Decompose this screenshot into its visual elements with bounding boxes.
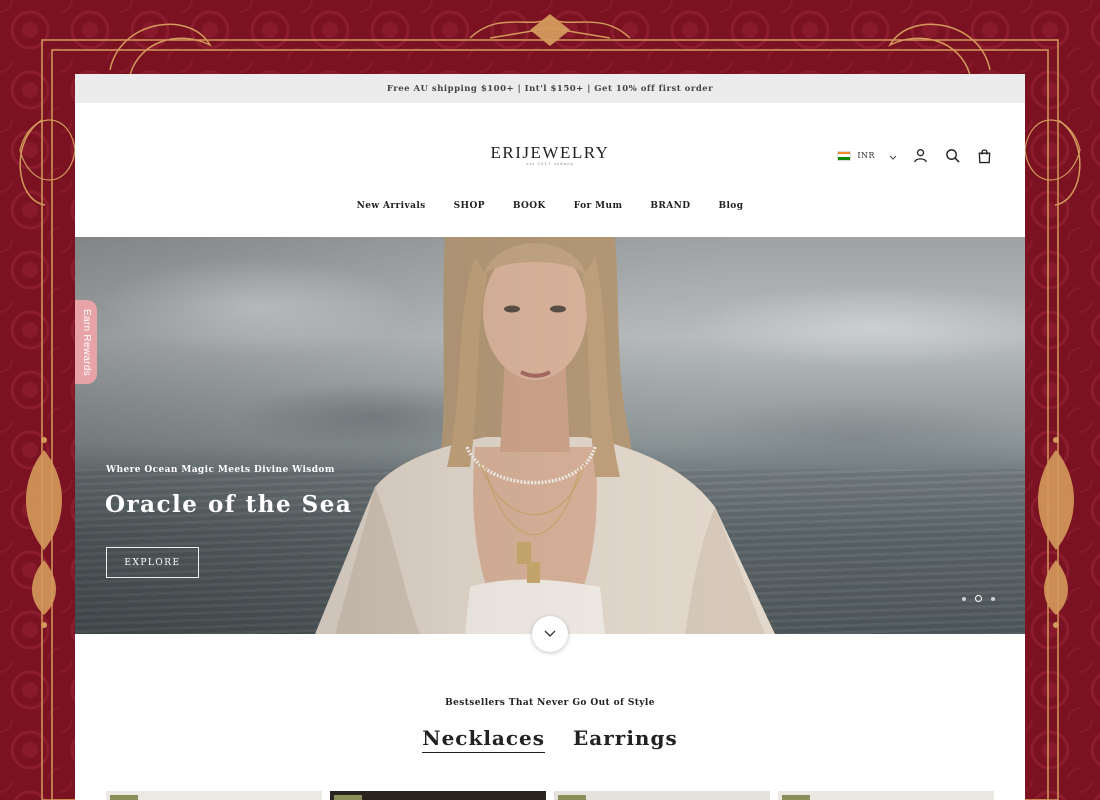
account-icon[interactable] [911,147,929,165]
chevron-down-icon [889,146,897,165]
nav-item-for-mum[interactable]: For Mum [574,201,623,211]
search-icon[interactable] [943,147,961,165]
storefront-page: Free AU shipping $100+ | Int'l $150+ | G… [75,74,1025,800]
explore-button[interactable]: EXPLORE [106,547,199,578]
product-card[interactable] [778,791,994,800]
india-flag-icon [837,150,852,161]
product-card[interactable] [106,791,322,800]
product-badge [558,795,586,800]
hero-banner: Where Ocean Magic Meets Divine Wisdom Or… [75,237,1025,634]
nav-item-book[interactable]: BOOK [513,201,546,211]
bestsellers-tabs: Necklaces Earrings [75,726,1025,753]
nav-item-shop[interactable]: SHOP [454,201,485,211]
cart-icon[interactable] [975,147,993,165]
product-card[interactable] [554,791,770,800]
slider-dot-3[interactable] [991,596,995,601]
main-navigation: New Arrivals SHOP BOOK For Mum BRAND Blo… [75,197,1025,237]
header-utilities: INR [837,146,993,165]
currency-selector[interactable]: INR [837,146,897,165]
scroll-down-button[interactable] [532,616,568,652]
site-header: ERIJEWELRY est 2017 sydney INR [75,103,1025,197]
tab-necklaces[interactable]: Necklaces [422,726,546,753]
announcement-text: Free AU shipping $100+ | Int'l $150+ | G… [386,83,714,94]
tab-earrings[interactable]: Earrings [573,726,678,753]
slider-dots [962,595,995,602]
earn-rewards-label: Earn Rewards [80,308,92,376]
announcement-bar: Free AU shipping $100+ | Int'l $150+ | G… [75,74,1025,103]
product-badge [334,795,362,800]
slider-dot-2[interactable] [975,595,982,602]
nav-item-new-arrivals[interactable]: New Arrivals [357,201,426,211]
brand-logo-name: ERIJEWELRY [490,143,610,162]
hero-eyebrow: Where Ocean Magic Meets Divine Wisdom [106,465,335,475]
currency-code: INR [857,151,875,160]
bestsellers-kicker: Bestsellers That Never Go Out of Style [445,698,655,708]
earn-rewards-tab[interactable]: Earn Rewards [75,300,97,384]
nav-item-blog[interactable]: Blog [718,201,743,211]
hero-overlay [75,237,1025,634]
slider-dot-1[interactable] [962,596,966,601]
product-badge [782,795,810,800]
chevron-down-icon [544,630,556,637]
product-grid [106,791,994,800]
product-badge [110,795,138,800]
nav-item-brand[interactable]: BRAND [650,201,690,211]
hero-title: Oracle of the Sea [105,491,353,518]
product-card[interactable] [330,791,546,800]
